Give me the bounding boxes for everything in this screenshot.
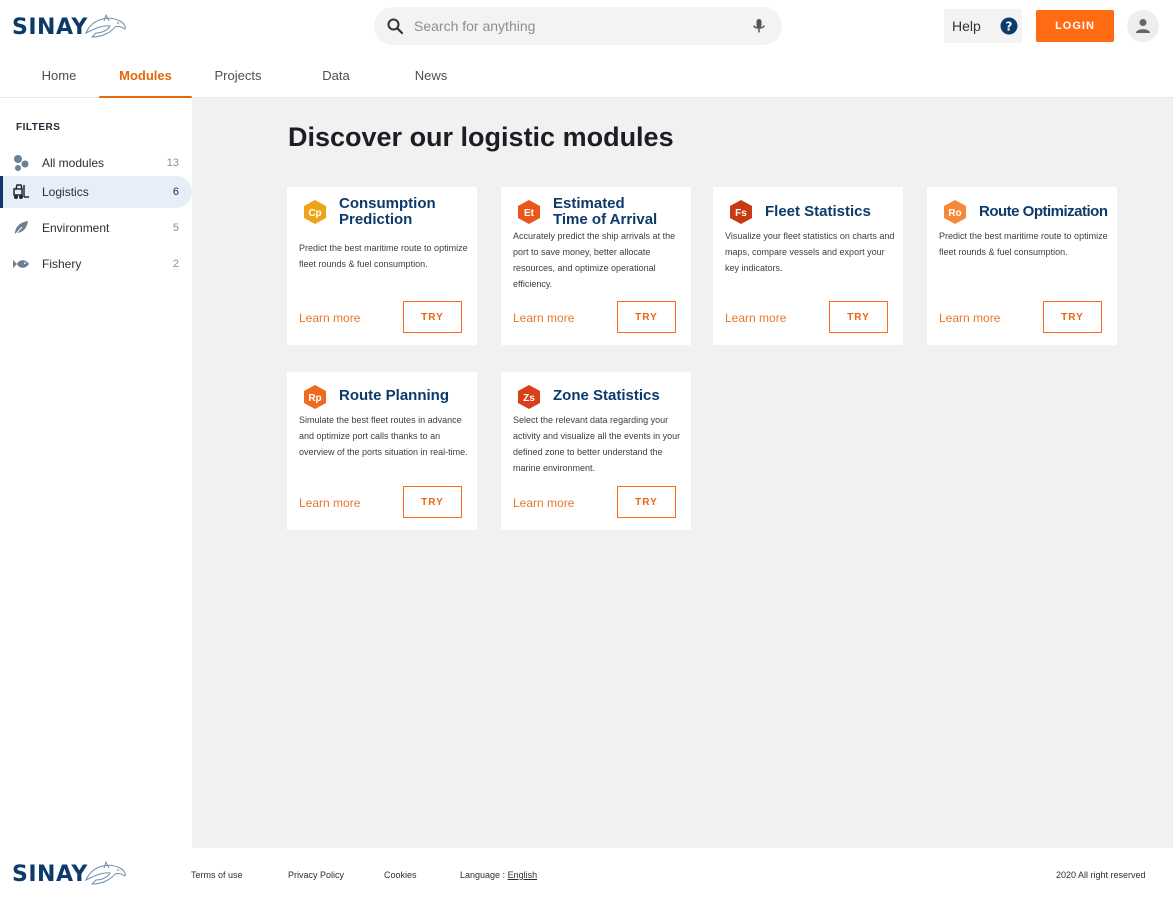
module-title: Fleet Statistics [765,203,871,220]
login-button[interactable]: LOGIN [1036,10,1114,42]
language-selector[interactable]: Language : English [460,870,537,880]
module-badge-icon: Cp [304,200,326,224]
page-title: Discover our logistic modules [288,122,674,152]
filter-logistics[interactable]: Logistics 6 [0,176,192,208]
learn-more-link[interactable]: Learn more [725,311,786,325]
filter-count: 13 [166,157,179,169]
filter-all-modules[interactable]: All modules 13 [0,147,192,179]
help-button[interactable]: Help ? [944,9,1022,43]
main-nav: Home Modules Projects Data News [0,52,1173,99]
bubbles-icon [12,154,30,172]
learn-more-link[interactable]: Learn more [299,496,360,510]
module-description: Accurately predict the ship arrivals at … [513,231,676,289]
filter-count: 6 [172,186,179,198]
tab-home[interactable]: Home [30,52,88,98]
svg-text:?: ? [1006,20,1013,34]
logo-text: SINAY [12,14,88,40]
module-title: Route Planning [339,387,449,404]
module-description: Select the relevant data regarding your … [513,415,681,473]
svg-text:Fs: Fs [735,208,747,219]
filters-sidebar: FILTERS All modules 13 Logistics 6 Envir… [0,98,192,848]
logo-text: SINAY [12,861,88,887]
tab-data[interactable]: Data [312,52,360,98]
module-badge-icon: Rp [304,385,326,409]
filter-fishery[interactable]: Fishery 2 [0,248,192,280]
module-description: Visualize your fleet statistics on chart… [725,231,895,273]
main-content: Discover our logistic modules Cp Consump… [192,98,1173,848]
user-avatar[interactable] [1127,10,1159,42]
svg-text:Cp: Cp [308,208,321,219]
search-input[interactable] [414,18,750,34]
try-button[interactable]: TRY [403,301,462,333]
module-card-route-planning: Rp Route Planning Simulate the best flee… [287,372,477,530]
module-title: Consumption Prediction [339,195,436,228]
cookies-link[interactable]: Cookies [384,870,417,880]
learn-more-link[interactable]: Learn more [513,496,574,510]
forklift-icon [12,183,30,201]
svg-text:Ro: Ro [948,208,961,219]
filter-count: 5 [172,222,179,234]
try-button[interactable]: TRY [1043,301,1102,333]
module-title: Zone Statistics [553,387,660,404]
sinay-logo[interactable]: SINAY [12,12,132,42]
dolphin-logo-icon [84,13,126,38]
privacy-link[interactable]: Privacy Policy [288,870,344,880]
search-bar[interactable] [374,7,782,45]
module-card-zone-statistics: Zs Zone Statistics Select the relevant d… [501,372,691,530]
filter-label: All modules [42,156,105,170]
module-card-estimated-time-of-arrival: Et Estimated Time of Arrival Accurately … [501,187,691,345]
module-title: Estimated Time of Arrival [553,195,658,228]
module-card-fleet-statistics: Fs Fleet Statistics Visualize your fleet… [713,187,903,345]
module-card-route-optimization: Ro Route Optimization Predict the best m… [927,187,1117,345]
language-label: Language : [460,870,506,880]
filter-label: Environment [42,221,110,235]
filter-label: Logistics [42,185,89,199]
tab-projects[interactable]: Projects [207,52,269,98]
user-icon [1136,19,1150,33]
svg-text:Zs: Zs [523,393,535,404]
learn-more-link[interactable]: Learn more [299,311,360,325]
filter-environment[interactable]: Environment 5 [0,212,192,244]
microphone-icon[interactable] [750,17,768,35]
filters-title: FILTERS [16,122,61,133]
leaf-icon [12,219,30,237]
copyright: 2020 All right reserved [1056,870,1146,880]
module-badge-icon: Et [518,200,540,224]
terms-link[interactable]: Terms of use [191,870,243,880]
filter-count: 2 [172,258,179,270]
module-description: Predict the best maritime route to optim… [299,243,468,269]
try-button[interactable]: TRY [617,486,676,518]
module-description: Simulate the best fleet routes in advanc… [299,415,468,457]
fish-icon [12,255,30,273]
footer-logo[interactable]: SINAY [12,860,128,888]
module-badge-icon: Ro [944,200,966,224]
module-title: Route Optimization [979,203,1108,220]
module-description: Predict the best maritime route to optim… [939,231,1108,257]
module-badge-icon: Fs [730,200,752,224]
dolphin-logo-icon [84,860,126,885]
module-badge-icon: Zs [518,385,540,409]
header: SINAY Help ? LOGIN [0,0,1173,52]
try-button[interactable]: TRY [617,301,676,333]
footer: SINAY Terms of use Privacy Policy Cookie… [0,848,1173,900]
try-button[interactable]: TRY [829,301,888,333]
tab-news[interactable]: News [405,52,457,98]
question-icon: ? [1000,17,1018,40]
learn-more-link[interactable]: Learn more [513,311,574,325]
try-button[interactable]: TRY [403,486,462,518]
svg-text:Rp: Rp [308,393,321,404]
filter-label: Fishery [42,257,82,271]
module-card-consumption-prediction: Cp Consumption Prediction Predict the be… [287,187,477,345]
search-icon [386,17,404,35]
help-label: Help [952,18,981,34]
svg-text:Et: Et [524,208,535,219]
tab-modules[interactable]: Modules [99,52,192,99]
language-value[interactable]: English [508,870,538,880]
learn-more-link[interactable]: Learn more [939,311,1000,325]
